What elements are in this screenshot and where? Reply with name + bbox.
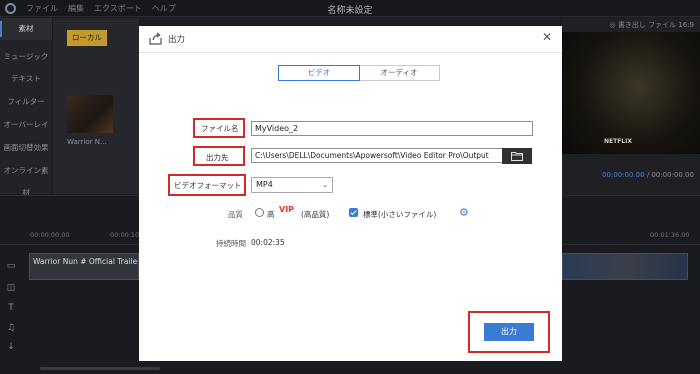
output-label: 出力先 [206, 153, 229, 162]
filename-label: ファイル名 [201, 124, 239, 133]
format-select[interactable]: MP4 ⌄ [251, 177, 333, 193]
media-thumbnail[interactable] [67, 95, 113, 133]
media-caption: Warrior N... [67, 138, 107, 146]
format-value: MP4 [256, 180, 273, 189]
app-title: 名称未設定 [327, 6, 373, 16]
timeline-scrollbar[interactable] [40, 367, 160, 370]
title-bar: ファイル 編集 エクスポート ヘルプ 名称未設定 [0, 0, 700, 17]
format-tabs: ビデオ オーディオ [278, 65, 440, 81]
media-panel: ローカル Warrior N... [53, 18, 139, 194]
timeline-clip-thumbnails[interactable] [562, 253, 688, 280]
track-icons: ▭ ◫ T ♫ ↓ [0, 251, 22, 374]
divider [139, 52, 562, 53]
current-time: 00:00:00.00 [602, 171, 645, 179]
timecode: 00:00:00.00 / 00:00:00.00 [602, 171, 694, 179]
duration-value: 00:02:35 [251, 238, 285, 247]
mic-track-icon[interactable]: ↓ [5, 342, 17, 353]
sidebar-item-transition[interactable]: 画面切替効果 [0, 137, 52, 159]
export-icon [149, 32, 162, 45]
total-time: / 00:00:00.00 [646, 171, 694, 179]
chevron-down-icon: ⌄ [322, 181, 328, 189]
filename-input[interactable]: MyVideo_2 [251, 121, 533, 136]
export-setting-link[interactable]: ◎ 書き出し ファイル 16:9 [609, 20, 694, 30]
output-path-input[interactable]: C:\Users\DELL\Documents\Apowersoft\Video… [251, 148, 503, 163]
text-track-icon[interactable]: T [5, 303, 17, 314]
quality-standard-checkbox[interactable] [349, 208, 358, 217]
video-track-icon[interactable]: ▭ [5, 261, 17, 272]
sidebar-item-music[interactable]: ミュージック [0, 46, 52, 68]
sidebar-item-overlay[interactable]: オーバーレイ [0, 114, 52, 136]
music-track-icon[interactable]: ♫ [5, 323, 17, 334]
tab-video[interactable]: ビデオ [278, 65, 360, 81]
timeline-clip[interactable]: Warrior Nun # Official Trailer # [29, 253, 139, 280]
quality-high-label: 高 [267, 210, 275, 219]
sidebar: 素材 ミュージック テキスト フィルター オーバーレイ 画面切替効果 オンライン… [0, 18, 52, 197]
sidebar-item-online[interactable]: オンライン素材 [0, 160, 52, 197]
quality-standard-label: 標準(小さいファイル) [363, 210, 437, 219]
tab-audio[interactable]: オーディオ [359, 66, 439, 80]
vip-badge: VIP [279, 205, 295, 214]
preview-panel: ◎ 書き出し ファイル 16:9 NETFLIX 00:00:00.00 / 0… [562, 18, 700, 194]
video-preview: NETFLIX [562, 32, 700, 154]
format-label: ビデオフォーマット [174, 181, 242, 190]
dialog-header: 出力 ✕ [139, 26, 562, 52]
quality-label: 品質 [228, 210, 243, 219]
sidebar-item-filter[interactable]: フィルター [0, 91, 52, 113]
dialog-title: 出力 [168, 35, 186, 45]
quality-high-radio[interactable] [255, 208, 264, 217]
sidebar-item-text[interactable]: テキスト [0, 68, 52, 90]
browse-folder-button[interactable] [502, 148, 532, 164]
close-icon[interactable]: ✕ [540, 30, 554, 44]
ruler-label: 00:01:36.00 [650, 231, 690, 239]
quality-high-note: (高品質) [301, 210, 330, 219]
local-tab[interactable]: ローカル [67, 30, 107, 46]
gear-icon[interactable]: ⚙ [459, 207, 470, 218]
watermark: NETFLIX [604, 138, 632, 145]
folder-icon [511, 152, 523, 161]
ruler-label: 00:00:00.00 [30, 231, 70, 239]
clip-title: Warrior Nun # Official Trailer # [33, 257, 139, 266]
audio-track-icon[interactable]: ◫ [5, 283, 17, 294]
export-dialog: 出力 ✕ ビデオ オーディオ ファイル名 MyVideo_2 出力先 C:\Us… [139, 26, 562, 361]
sidebar-item-media[interactable]: 素材 [0, 18, 52, 40]
export-button[interactable]: 出力 [484, 323, 534, 341]
duration-label: 持続時間 [216, 239, 246, 248]
